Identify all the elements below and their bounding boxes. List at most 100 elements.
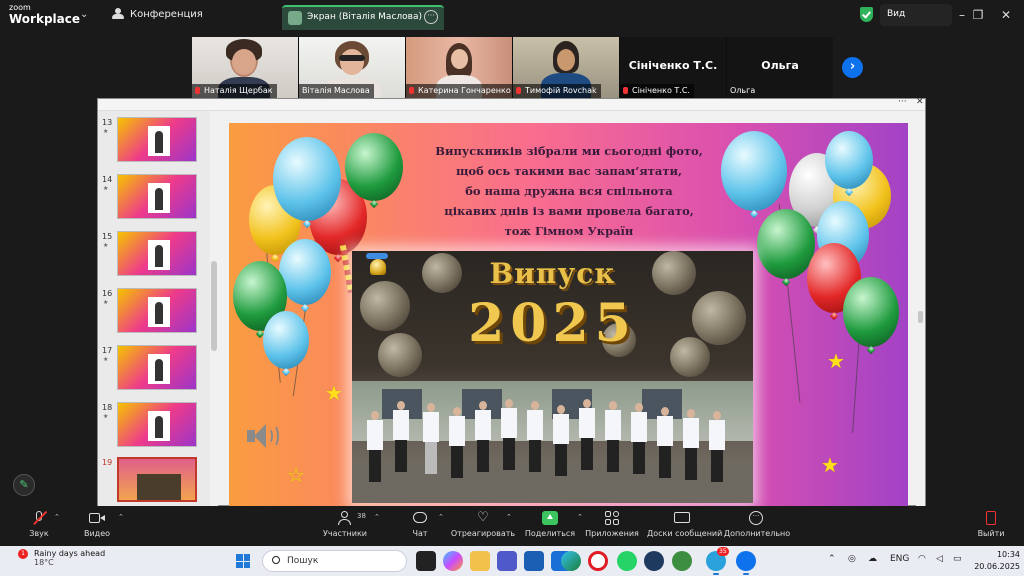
share-screen-button[interactable]: Поделиться ⌃ [515,510,585,544]
star-decoration: ☆ [287,463,305,487]
screen-share-tab[interactable]: Экран (Віталія Маслова) ··· [282,5,444,30]
logo-line2: Workplace [9,12,81,26]
video-button[interactable]: Видео ⌃ [62,510,132,544]
audio-speaker-icon[interactable] [247,421,283,451]
slide-scrollbar[interactable] [916,111,925,507]
telegram-badge: 35 [717,547,729,556]
react-label: Отреагировать [450,529,516,538]
conference-menu[interactable]: Конференция [112,8,203,20]
participant-tile[interactable]: Катерина Гончаренко [406,37,512,98]
edge-icon[interactable] [561,551,581,571]
participant-tile-active-speaker[interactable]: Віталія Маслова [299,37,405,98]
participant-tile[interactable]: Ольга Ольга [727,37,833,98]
participant-tile[interactable]: Наталія Щербак [192,37,298,98]
poem-line: Випускників зібрали ми сьогодні фото, [435,144,703,158]
more-dots-icon: ··· [749,511,765,525]
muted-mic-icon [31,510,47,525]
bell-icon [364,251,392,277]
poem-line: тож Гімном Україн [504,224,634,238]
participant-strip: Наталія Щербак Віталія Маслова Катерина … [192,37,833,98]
teams-icon[interactable] [497,551,517,571]
presenter-avatar [288,11,302,25]
meeting-toolbar: Звук ⌃ Видео ⌃ Участники 38 ⌃ Чат ⌃ ♡ От… [0,506,1024,546]
volume-icon[interactable]: ◁ [936,554,943,564]
participants-button[interactable]: Участники 38 ⌃ [310,510,380,544]
ccleaner-icon[interactable] [644,551,664,571]
participants-caret-icon[interactable]: ⌃ [374,513,380,521]
participant-tile[interactable]: Тимофій Rovchak [513,37,619,98]
star-decoration: ★ [325,381,343,405]
slide-thumbnail[interactable]: 15 ★ [98,229,210,281]
more-button[interactable]: ··· Дополнительно [722,510,792,544]
slide-canvas: ★ ☆ ★ ★ Випускників зібрали ми сьогодні … [229,123,908,506]
language-indicator[interactable]: ENG [890,554,909,564]
next-participants-arrow-icon[interactable]: › [842,57,863,78]
slide-year: 2025 [468,293,637,354]
whatsapp-icon[interactable] [617,551,637,571]
task-view-icon[interactable] [416,551,436,571]
wifi-icon[interactable]: ◠ [918,554,926,564]
copilot-icon[interactable] [443,551,463,571]
restore-icon[interactable]: ❐ [968,6,988,24]
balloon [273,137,341,221]
zoom-taskbar-icon[interactable] [736,551,756,575]
chat-icon [412,511,428,525]
poem-line: цікавих днів із вами провела багато, [444,204,694,218]
close-icon: ✕ [916,97,924,107]
zoom-window: zoom Workplace ⌄ Конференция Экран (Віта… [0,0,1024,576]
opera-icon[interactable] [588,551,608,571]
telegram-icon[interactable]: 35 [706,547,729,575]
taskbar-search[interactable]: Пошук [262,550,407,572]
slide-thumbnail[interactable]: 16 ★ [98,286,210,338]
windows-start-icon[interactable] [236,554,250,568]
react-button[interactable]: ♡ Отреагировать ⌃ [448,510,518,544]
apps-button[interactable]: Приложения [577,510,647,544]
whiteboard-icon [674,511,690,525]
balloon [345,133,403,201]
whiteboards-button[interactable]: Доски сообщений [647,510,723,544]
chat-label: Чат [412,529,428,538]
view-button[interactable]: Вид [880,4,952,26]
weather-badge: 1 [18,549,28,559]
cloud-tray-icon[interactable]: ☁ [868,554,877,564]
tray-overflow-icon[interactable]: ⌃ [828,554,836,564]
react-caret-icon[interactable]: ⌃ [506,513,512,521]
chevron-down-icon[interactable]: ⌄ [80,9,88,20]
search-icon [272,556,280,564]
shield-tray-icon[interactable]: ◎ [848,554,856,564]
slide-poem: Випускників зібрали ми сьогодні фото, що… [404,141,734,241]
security-shield-icon[interactable] [860,7,873,22]
utorrent-icon[interactable] [672,551,692,571]
zoom-logo: zoom Workplace [9,3,81,26]
file-explorer-icon[interactable] [470,551,490,571]
chat-caret-icon[interactable]: ⌃ [438,513,444,521]
participant-display-name: Ольга [761,59,799,72]
slide-thumbnail[interactable]: 17 ★ [98,343,210,395]
star-decoration: ★ [827,349,845,373]
audio-caret-icon[interactable]: ⌃ [54,513,60,521]
weather-widget[interactable]: 1 Rainy days ahead 18°C [12,549,105,567]
search-placeholder: Пошук [287,556,319,566]
video-caret-icon[interactable]: ⌃ [118,513,124,521]
close-icon[interactable]: ✕ [996,6,1016,24]
weather-temp: 18°C [34,558,54,567]
muted-mic-icon [195,87,200,94]
slide-thumbnail[interactable]: 18 ★ [98,400,210,452]
battery-icon[interactable]: ▭ [953,554,962,564]
logo-line1: zoom [9,3,31,12]
heart-icon: ♡ [477,510,489,525]
annotate-pencil-icon[interactable]: ✎ [13,474,35,496]
system-clock[interactable]: 10:34 20.06.2025 [972,549,1020,573]
thumbnail-scrollbar[interactable] [210,111,218,507]
word-icon[interactable] [524,551,544,571]
whiteboards-label: Доски сообщений [647,529,723,538]
more-label: Дополнительно [723,529,791,538]
participant-tile[interactable]: Сініченко Т.С. Сініченко Т.С. [620,37,726,98]
slide-thumbnail[interactable]: 14 ★ [98,172,210,224]
more-options-icon[interactable]: ··· [424,10,438,24]
leave-button[interactable]: Выйти [956,510,1024,544]
chat-button[interactable]: Чат ⌃ [385,510,455,544]
slide-thumbnail-current[interactable]: 19 [98,455,210,507]
participant-name: Ольга [730,86,756,95]
slide-thumbnail[interactable]: 13 ★ [98,115,210,167]
